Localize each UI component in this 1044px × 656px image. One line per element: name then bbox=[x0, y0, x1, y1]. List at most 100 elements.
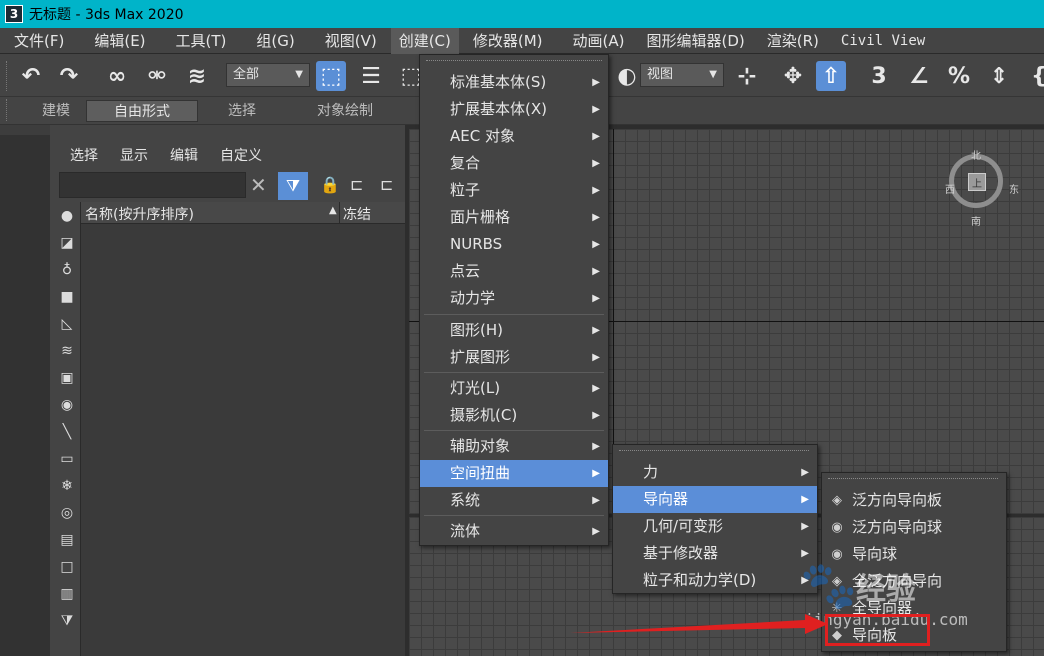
toolbar-grip[interactable] bbox=[6, 61, 9, 91]
scene-object-list[interactable]: 名称(按升序排序) ▲ 冻结 bbox=[80, 202, 406, 656]
menu-item-patch-grids[interactable]: 面片栅格 ▶ bbox=[420, 204, 608, 231]
bind-spacewarp-icon[interactable]: ≋ bbox=[182, 61, 212, 91]
viewcube-north[interactable]: 北 bbox=[971, 147, 981, 162]
tab-object-paint[interactable]: 对象绘制 bbox=[300, 100, 390, 122]
menu-item-modifier-based[interactable]: 基于修改器 ▶ bbox=[613, 540, 817, 567]
unlink-icon[interactable]: ⚮ bbox=[142, 61, 172, 91]
menu-civil-view[interactable]: Civil View bbox=[833, 28, 933, 54]
ribbon-grip[interactable] bbox=[6, 99, 9, 121]
menu-item-forces[interactable]: 力 ▶ bbox=[613, 459, 817, 486]
filter-extra-icon[interactable]: ⧩ bbox=[58, 612, 76, 630]
helpers-filter-icon[interactable]: ◺ bbox=[58, 315, 76, 333]
submenu-arrow-icon: ▶ bbox=[592, 526, 600, 537]
column-name[interactable]: 名称(按升序排序) bbox=[85, 204, 194, 224]
viewcube-west[interactable]: 西 bbox=[945, 181, 955, 196]
tab-freeform[interactable]: 自由形式 bbox=[86, 100, 198, 122]
display-filter-icon[interactable]: ◎ bbox=[58, 504, 76, 522]
named-selection-icon[interactable]: { bbox=[1024, 61, 1044, 91]
viewcube-east[interactable]: 东 bbox=[1009, 181, 1019, 196]
snaps-toggle-icon[interactable]: 3 bbox=[864, 61, 894, 91]
angle-snap-icon[interactable]: ∠ bbox=[904, 61, 934, 91]
pivot-center-icon[interactable]: ⊹ bbox=[732, 61, 762, 91]
reference-coord-dropdown[interactable]: 视图 ▼ bbox=[640, 63, 724, 87]
column-divider[interactable] bbox=[339, 202, 340, 224]
explorer-menu-edit[interactable]: 编辑 bbox=[170, 145, 198, 165]
menu-tear-grip[interactable] bbox=[426, 60, 602, 63]
menu-item-somniflect[interactable]: ◉ 泛方向导向球 bbox=[822, 514, 1006, 541]
menu-item-pomniflect[interactable]: ◈ 泛方向导向板 bbox=[822, 487, 1006, 514]
menu-modifiers[interactable]: 修改器(M) bbox=[465, 28, 551, 54]
menu-create[interactable]: 创建(C) bbox=[390, 27, 459, 54]
viewcube-south[interactable]: 南 bbox=[971, 213, 981, 228]
geometry-filter-icon[interactable]: ● bbox=[58, 207, 76, 225]
viewcube[interactable]: 上 bbox=[949, 154, 1003, 208]
explorer-menu-select[interactable]: 选择 bbox=[70, 145, 98, 165]
menu-item-space-warps[interactable]: 空间扭曲 ▶ bbox=[420, 460, 608, 487]
tab-modeling[interactable]: 建模 bbox=[20, 100, 92, 122]
search-input[interactable] bbox=[59, 172, 246, 198]
lights-filter-icon[interactable]: ♁ bbox=[58, 261, 76, 279]
menu-tools[interactable]: 工具(T) bbox=[168, 28, 235, 54]
cameras-filter-icon[interactable]: ■ bbox=[58, 288, 76, 306]
menu-group[interactable]: 组(G) bbox=[248, 28, 302, 54]
select-object-icon[interactable]: ⬚ bbox=[316, 61, 346, 91]
menu-item-fluids[interactable]: 流体 ▶ bbox=[420, 518, 608, 545]
menu-item-systems[interactable]: 系统 ▶ bbox=[420, 487, 608, 514]
explorer-menu-customize[interactable]: 自定义 bbox=[220, 145, 262, 165]
selection-filter-dropdown[interactable]: 全部 ▼ bbox=[226, 63, 310, 87]
link-icon[interactable]: ∞ bbox=[102, 61, 132, 91]
menu-item-standard-primitives[interactable]: 标准基本体(S) ▶ bbox=[420, 69, 608, 96]
menu-item-point-cloud[interactable]: 点云 ▶ bbox=[420, 258, 608, 285]
groups-filter-icon[interactable]: ▣ bbox=[58, 369, 76, 387]
menu-item-particles[interactable]: 粒子 ▶ bbox=[420, 177, 608, 204]
explorer-menu-display[interactable]: 显示 bbox=[120, 145, 148, 165]
particles-filter-icon[interactable]: ❄ bbox=[58, 477, 76, 495]
percent-snap-icon[interactable]: % bbox=[944, 61, 974, 91]
select-by-name-icon[interactable]: ☰ bbox=[356, 61, 386, 91]
menu-item-particles-dynamics[interactable]: 粒子和动力学(D) ▶ bbox=[613, 567, 817, 594]
shapes-filter-icon[interactable]: ◪ bbox=[58, 234, 76, 252]
menu-item-nurbs[interactable]: NURBS ▶ bbox=[420, 231, 608, 258]
spinner-snap-icon[interactable]: ⇕ bbox=[984, 61, 1014, 91]
menu-item-geometric-deformable[interactable]: 几何/可变形 ▶ bbox=[613, 513, 817, 540]
column-frozen[interactable]: 冻结 bbox=[343, 204, 371, 224]
menu-edit[interactable]: 编辑(E) bbox=[86, 28, 153, 54]
menu-item-cameras[interactable]: 摄影机(C) ▶ bbox=[420, 402, 608, 429]
containers-filter-icon[interactable]: ▭ bbox=[58, 450, 76, 468]
xrefs-filter-icon[interactable]: ◉ bbox=[58, 396, 76, 414]
tab-selection[interactable]: 选择 bbox=[206, 100, 278, 122]
layer-hierarchy-icon[interactable]: ⊏ bbox=[380, 175, 393, 194]
menu-item-dynamics[interactable]: 动力学 ▶ bbox=[420, 285, 608, 312]
menu-item-helpers[interactable]: 辅助对象 ▶ bbox=[420, 433, 608, 460]
hierarchy-icon[interactable]: ⊏ bbox=[350, 175, 363, 194]
menu-view[interactable]: 视图(V) bbox=[317, 28, 385, 54]
menu-item-compound[interactable]: 复合 ▶ bbox=[420, 150, 608, 177]
menu-tear-grip[interactable] bbox=[828, 478, 998, 481]
redo-icon[interactable]: ↷ bbox=[54, 61, 84, 91]
menu-rendering[interactable]: 渲染(R) bbox=[759, 28, 827, 54]
menu-item-shapes[interactable]: 图形(H) ▶ bbox=[420, 317, 608, 344]
menu-item-extended-primitives[interactable]: 扩展基本体(X) ▶ bbox=[420, 96, 608, 123]
menu-item-lights[interactable]: 灯光(L) ▶ bbox=[420, 375, 608, 402]
lock-icon[interactable]: 🔒 bbox=[320, 175, 340, 194]
spacewarps-filter-icon[interactable]: ≋ bbox=[58, 342, 76, 360]
select-and-move-icon[interactable]: ✥ bbox=[778, 61, 808, 91]
select-and-manipulate-icon[interactable]: ⇧ bbox=[816, 61, 846, 91]
menu-tear-grip[interactable] bbox=[619, 450, 809, 453]
filter-icon[interactable]: ⧩ bbox=[278, 172, 308, 200]
display-none-icon[interactable]: □ bbox=[58, 558, 76, 576]
viewcube-top-face[interactable]: 上 bbox=[968, 173, 986, 191]
menu-item-deflectors[interactable]: 导向器 ▶ bbox=[613, 486, 817, 513]
menu-graph-editors[interactable]: 图形编辑器(D) bbox=[639, 28, 753, 54]
menu-item-aec-objects[interactable]: AEC 对象 ▶ bbox=[420, 123, 608, 150]
invert-display-icon[interactable]: ▥ bbox=[58, 585, 76, 603]
clear-search-icon[interactable]: ✕ bbox=[250, 173, 267, 197]
undo-icon[interactable]: ↶ bbox=[16, 61, 46, 91]
snaps-use-pivot-icon[interactable]: ◐ bbox=[612, 61, 642, 91]
menu-item-extended-shapes[interactable]: 扩展图形 ▶ bbox=[420, 344, 608, 371]
menu-animation[interactable]: 动画(A) bbox=[565, 28, 633, 54]
menu-file[interactable]: 文件(F) bbox=[6, 28, 72, 54]
display-all-icon[interactable]: ▤ bbox=[58, 531, 76, 549]
bones-filter-icon[interactable]: ╲ bbox=[58, 423, 76, 441]
menu-bar: 文件(F) 编辑(E) 工具(T) 组(G) 视图(V) 创建(C) 修改器(M… bbox=[0, 27, 1044, 54]
